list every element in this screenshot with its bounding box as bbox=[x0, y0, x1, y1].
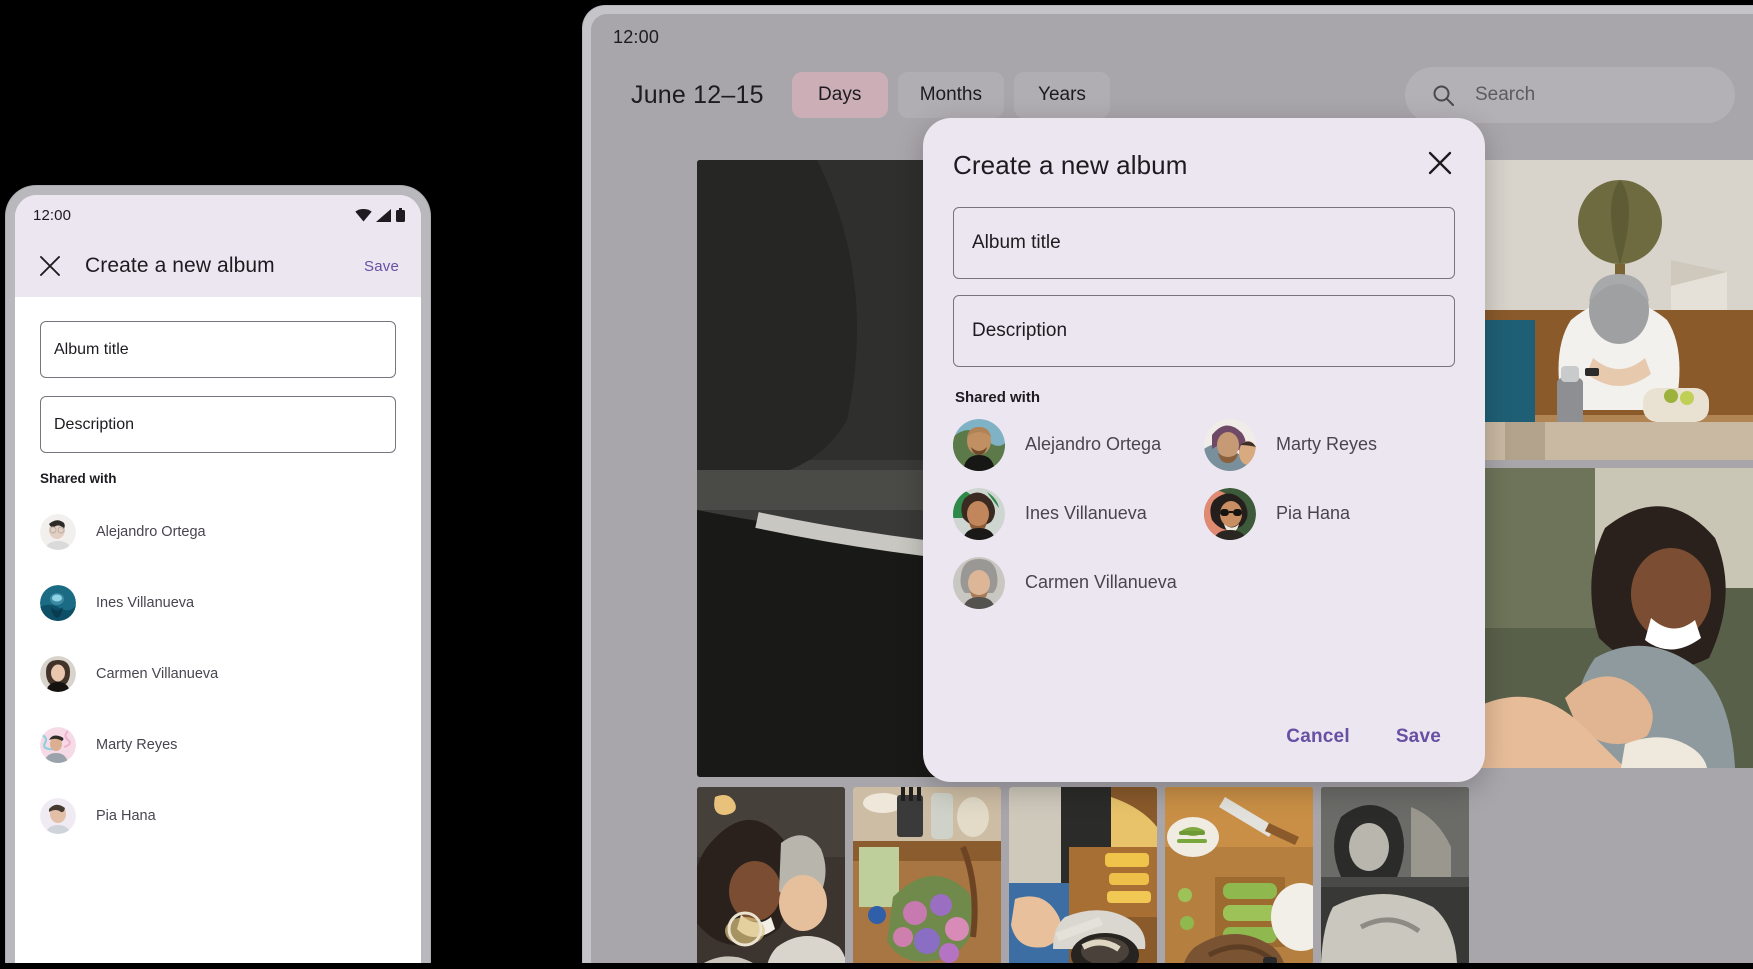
list-item[interactable]: Pia Hana bbox=[1204, 479, 1455, 548]
photo-strip bbox=[697, 787, 1469, 969]
chip-days[interactable]: Days bbox=[791, 72, 888, 118]
photo-thumbnail[interactable] bbox=[1475, 160, 1753, 460]
contact-name: Ines Villanueva bbox=[1025, 503, 1147, 523]
album-title-input[interactable]: Album title bbox=[953, 207, 1455, 279]
save-button[interactable]: Save bbox=[1382, 716, 1455, 758]
shared-with-label: Shared with bbox=[955, 389, 1041, 406]
contact-name: Alejandro Ortega bbox=[1025, 434, 1162, 454]
avatar bbox=[953, 556, 1005, 609]
description-input[interactable]: Description bbox=[953, 295, 1455, 367]
phone-contact-list: Alejandro Ortega Ines Villanueva Carmen … bbox=[40, 496, 396, 851]
dialog-actions: Cancel Save bbox=[1272, 716, 1455, 758]
photo-column-right bbox=[1475, 160, 1753, 776]
photo-thumbnail[interactable] bbox=[853, 787, 1001, 969]
avatar bbox=[40, 797, 76, 834]
chip-years[interactable]: Years bbox=[1014, 72, 1110, 118]
contact-name: Marty Reyes bbox=[1276, 434, 1378, 454]
avatar bbox=[40, 655, 76, 692]
list-item[interactable]: Marty Reyes bbox=[1204, 410, 1455, 479]
contact-name: Carmen Villanueva bbox=[96, 665, 219, 682]
phone-form-body: Album title Description Shared with Alej… bbox=[15, 297, 421, 969]
tablet-device-frame: 12:00 June 12–15 Days Months Years Searc… bbox=[583, 6, 1753, 969]
avatar bbox=[40, 584, 76, 621]
phone-status-bar: 12:00 bbox=[15, 195, 421, 235]
search-input[interactable]: Search bbox=[1475, 84, 1535, 106]
contact-name: Pia Hana bbox=[96, 807, 156, 824]
phone-top-app-bar: Create a new album Save bbox=[15, 235, 421, 297]
avatar bbox=[953, 487, 1005, 540]
list-item[interactable]: Ines Villanueva bbox=[953, 479, 1204, 548]
chip-months[interactable]: Months bbox=[897, 72, 1004, 118]
shared-with-label: Shared with bbox=[40, 471, 117, 486]
tablet-screen: 12:00 June 12–15 Days Months Years Searc… bbox=[591, 14, 1753, 969]
list-item[interactable]: Marty Reyes bbox=[40, 709, 396, 780]
save-button[interactable]: Save bbox=[356, 252, 407, 281]
contact-name: Marty Reyes bbox=[96, 736, 178, 753]
wifi-icon bbox=[355, 208, 372, 221]
avatar bbox=[40, 726, 76, 763]
list-item[interactable]: Carmen Villanueva bbox=[953, 548, 1204, 617]
search-icon bbox=[1433, 85, 1454, 106]
avatar bbox=[1204, 487, 1256, 540]
phone-status-icons bbox=[355, 208, 405, 222]
photo-thumbnail[interactable] bbox=[1321, 787, 1469, 969]
signal-icon bbox=[376, 208, 391, 222]
photo-thumbnail[interactable] bbox=[1165, 787, 1313, 969]
phone-screen: 12:00 Create a new album Save Album titl… bbox=[15, 195, 421, 969]
page-title: Create a new album bbox=[85, 254, 275, 277]
avatar bbox=[1204, 418, 1256, 471]
list-item[interactable]: Carmen Villanueva bbox=[40, 638, 396, 709]
phone-device-frame: 12:00 Create a new album Save Album titl… bbox=[6, 186, 430, 969]
contact-name: Pia Hana bbox=[1276, 503, 1351, 523]
cancel-button[interactable]: Cancel bbox=[1272, 716, 1364, 758]
list-item[interactable]: Alejandro Ortega bbox=[40, 496, 396, 567]
battery-icon bbox=[396, 208, 405, 222]
list-item[interactable]: Alejandro Ortega bbox=[953, 410, 1204, 479]
create-album-dialog: Create a new album Album title Descripti… bbox=[923, 118, 1485, 782]
phone-app-bar: 12:00 Create a new album Save bbox=[15, 195, 421, 297]
list-item[interactable]: Pia Hana bbox=[40, 780, 396, 851]
photo-thumbnail[interactable] bbox=[697, 787, 845, 969]
tablet-status-bar: 12:00 bbox=[591, 14, 1753, 60]
screen-bottom-edge bbox=[0, 963, 1753, 969]
phone-status-clock: 12:00 bbox=[33, 206, 72, 224]
list-item[interactable]: Ines Villanueva bbox=[40, 567, 396, 638]
dialog-title: Create a new album bbox=[953, 150, 1188, 180]
avatar bbox=[40, 513, 76, 550]
avatar bbox=[953, 418, 1005, 471]
close-icon[interactable] bbox=[37, 253, 63, 279]
tablet-status-clock: 12:00 bbox=[613, 26, 660, 47]
photo-thumbnail[interactable] bbox=[1475, 468, 1753, 768]
contact-name: Carmen Villanueva bbox=[1025, 572, 1177, 592]
screenshot-stage: 12:00 Create a new album Save Album titl… bbox=[0, 0, 1753, 969]
contact-name: Alejandro Ortega bbox=[96, 523, 206, 540]
album-title-input[interactable]: Album title bbox=[40, 321, 396, 378]
description-input[interactable]: Description bbox=[40, 396, 396, 453]
contact-name: Ines Villanueva bbox=[96, 594, 195, 611]
close-icon[interactable] bbox=[1425, 148, 1455, 178]
date-range-label: June 12–15 bbox=[631, 80, 764, 109]
dialog-header: Create a new album bbox=[953, 148, 1455, 181]
search-bar[interactable]: Search bbox=[1405, 67, 1735, 123]
photo-thumbnail[interactable] bbox=[1009, 787, 1157, 969]
dialog-contact-grid: Alejandro Ortega Marty Reyes Ines Villan… bbox=[953, 410, 1455, 617]
